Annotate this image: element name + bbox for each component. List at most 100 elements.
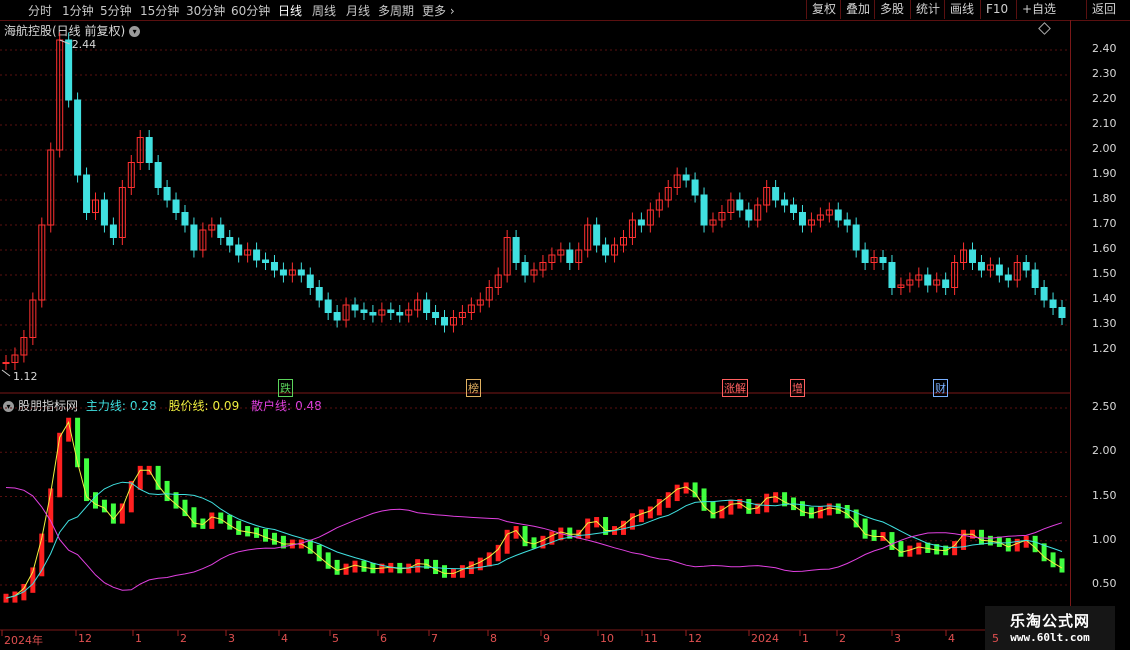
ind-bar xyxy=(84,458,90,502)
price-y-tick: 1.30 xyxy=(1092,317,1117,330)
x-axis-label: 1 xyxy=(135,632,142,645)
ind-bar xyxy=(728,499,734,515)
event-marker-1[interactable]: 榜 xyxy=(466,379,481,397)
ind-y-tick: 1.00 xyxy=(1092,532,1117,546)
ind-bar xyxy=(48,488,54,543)
candle-body xyxy=(682,174,690,181)
ind-bar xyxy=(57,432,63,498)
x-axis-label: 9 xyxy=(543,632,550,645)
ind-bar xyxy=(191,507,197,528)
candle-body xyxy=(1022,262,1030,271)
ind-bar xyxy=(334,559,340,575)
ind-bar xyxy=(799,501,805,517)
candle-body xyxy=(235,244,243,256)
ind-bar xyxy=(433,559,439,575)
x-axis-label: 4 xyxy=(281,632,288,645)
candle-body xyxy=(700,194,708,226)
candle-body xyxy=(226,237,234,246)
candle-body xyxy=(324,299,332,313)
candle-body xyxy=(145,137,153,163)
ind-bar xyxy=(764,493,770,513)
ind-bar xyxy=(656,498,662,516)
candle-body xyxy=(969,249,977,263)
watermark-title: 乐淘公式网 xyxy=(1009,612,1090,630)
price-y-tick: 1.50 xyxy=(1092,267,1117,280)
ind-y-tick: 2.00 xyxy=(1092,444,1117,458)
ind-bar xyxy=(862,518,868,539)
ind-bar xyxy=(75,417,81,468)
ind-bar xyxy=(746,498,752,514)
price-y-tick: 2.30 xyxy=(1092,67,1117,80)
low-marker-line xyxy=(1,369,11,377)
ind-bar xyxy=(325,552,331,569)
price-line xyxy=(5,420,1063,599)
ind-bar xyxy=(710,501,716,519)
ind-bar xyxy=(1014,538,1020,552)
ind-bar xyxy=(1050,552,1056,568)
ind-bar xyxy=(719,505,725,519)
event-marker-3[interactable]: 增 xyxy=(790,379,805,397)
chart-canvas: 2.44 1.12 xyxy=(0,32,1070,636)
candle-body xyxy=(423,299,431,313)
ind-bar xyxy=(361,560,367,572)
candle-body xyxy=(861,249,869,263)
candle-body xyxy=(995,264,1003,276)
ind-bar xyxy=(209,512,215,529)
x-axis-label: 2 xyxy=(180,632,187,645)
ind-bar xyxy=(647,506,653,519)
ind-bar xyxy=(12,591,18,603)
event-marker-0[interactable]: 跌 xyxy=(278,379,293,397)
candle-body xyxy=(602,244,610,256)
candle-body xyxy=(852,224,860,251)
high-label: 2.44 xyxy=(72,38,97,51)
x-axis-label: 5 xyxy=(332,632,339,645)
candle-body xyxy=(360,309,368,313)
ind-bar xyxy=(263,529,269,542)
candle-body xyxy=(83,174,91,213)
ind-bar xyxy=(415,559,421,573)
event-marker-4[interactable]: 财 xyxy=(933,379,948,397)
x-axis-label: 7 xyxy=(431,632,438,645)
candle-body xyxy=(736,199,744,211)
ind-bar xyxy=(871,529,877,541)
y-axis-divider xyxy=(1070,20,1071,630)
candle-body xyxy=(924,274,932,286)
candle-body xyxy=(566,249,574,263)
ind-bar xyxy=(817,506,823,519)
candle-body xyxy=(432,312,440,318)
candle-body xyxy=(262,259,270,263)
x-axis-label: 3 xyxy=(228,632,235,645)
ind-bar xyxy=(916,542,922,555)
x-axis-label: 10 xyxy=(600,632,614,645)
toolbar-button-7[interactable]: 返回 xyxy=(1086,0,1121,19)
price-y-tick: 2.10 xyxy=(1092,117,1117,130)
ind-bar xyxy=(674,484,680,502)
watermark-url: www.60lt.com xyxy=(1010,631,1090,644)
candle-body xyxy=(351,304,359,311)
candle-body xyxy=(333,312,341,321)
x-axis-label: 3 xyxy=(894,632,901,645)
x-axis-label: 6 xyxy=(380,632,387,645)
candle-body xyxy=(593,224,601,246)
event-marker-2[interactable]: 涨解 xyxy=(722,379,748,397)
candle-body xyxy=(396,312,404,316)
ind-y-tick: 1.50 xyxy=(1092,488,1117,502)
candle-body xyxy=(172,199,180,213)
candle-body xyxy=(781,199,789,206)
candle-body xyxy=(2,362,10,364)
ind-bar xyxy=(1005,538,1011,552)
ind-bar xyxy=(1059,558,1065,573)
x-axis-label: 12 xyxy=(688,632,702,645)
ind-bar xyxy=(352,560,358,573)
ind-bar xyxy=(155,465,161,490)
candle-body xyxy=(637,219,645,226)
candle-body xyxy=(270,262,278,271)
candle-body xyxy=(790,204,798,213)
candle-body xyxy=(74,99,82,176)
price-y-tick: 1.20 xyxy=(1092,342,1117,355)
candle-body xyxy=(154,162,162,188)
candle-body xyxy=(888,262,896,288)
ind-bar xyxy=(137,465,143,490)
candle-body xyxy=(279,269,287,276)
candle-body xyxy=(798,212,806,226)
